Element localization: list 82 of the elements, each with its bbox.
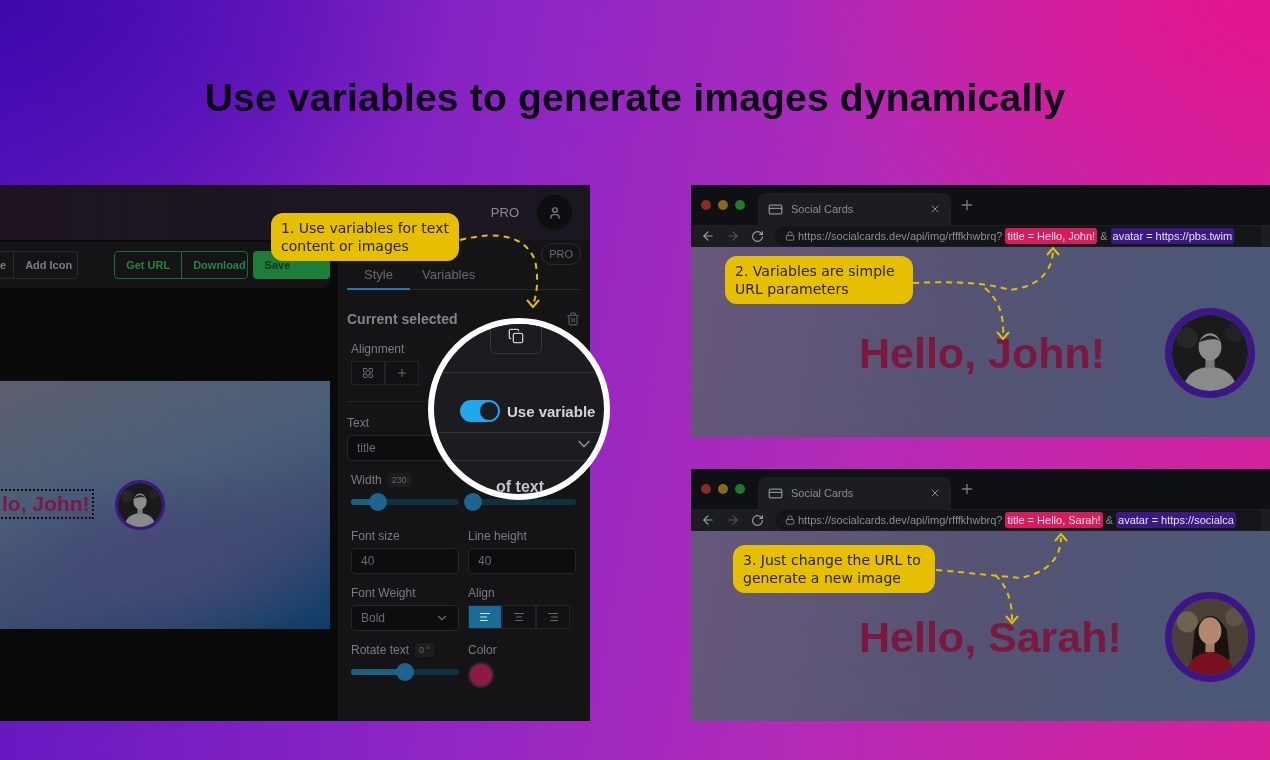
alignment-button[interactable] [351, 361, 385, 385]
slider[interactable] [351, 663, 459, 681]
field-label: of text [496, 478, 544, 494]
browser-tab[interactable]: Social Cards [758, 193, 951, 225]
lock-icon [785, 231, 795, 241]
close-icon[interactable] [929, 487, 941, 499]
url-separator: & [1105, 514, 1113, 526]
plan-label: PRO [490, 205, 519, 220]
back-button[interactable] [701, 229, 715, 243]
browser-tab[interactable]: Social Cards [758, 477, 951, 509]
slider[interactable] [351, 493, 459, 511]
field-label: Rotate text [351, 643, 410, 657]
plus-icon [396, 367, 408, 379]
user-icon [547, 205, 562, 220]
callout-tooltip: 1. Use variables for text content or images [271, 213, 459, 261]
url-text: https://socialcards.dev/api/img/rfffkhwbrq? [798, 514, 1003, 526]
field-label: Color [468, 643, 498, 657]
field-label: Font Weight [351, 586, 417, 600]
maximize-dot[interactable] [735, 484, 745, 494]
new-tab-button[interactable] [959, 197, 975, 213]
forward-button[interactable] [726, 229, 740, 243]
url-separator: & [1100, 230, 1108, 242]
url-parameter: avatar = https://socialca [1116, 512, 1236, 528]
panel-tab[interactable]: Style [347, 267, 410, 290]
card-icon [768, 201, 783, 217]
toggle-switch[interactable] [460, 400, 500, 422]
url-parameter: title = Hello, Sarah! [1005, 512, 1103, 528]
toolbar-button[interactable]: e [0, 252, 14, 278]
callout-tooltip: 2. Variables are simple URL parameters [725, 256, 913, 304]
address-bar[interactable]: https://socialcards.dev/api/img/rfffkhwbrq? title = Hello, John! & avatar = https://pbs.twim [775, 226, 1261, 246]
lock-icon [785, 515, 795, 525]
field-label: Font size [351, 529, 401, 543]
back-button[interactable] [701, 513, 715, 527]
reload-button[interactable] [751, 229, 764, 243]
account-button[interactable] [537, 195, 572, 230]
minimize-dot[interactable] [718, 200, 728, 210]
field-label: Line height [468, 529, 528, 543]
maximize-dot[interactable] [735, 200, 745, 210]
new-tab-button[interactable] [959, 481, 975, 497]
url-parameter: avatar = https://pbs.twim [1110, 228, 1235, 244]
number-field[interactable]: 40 [468, 548, 576, 574]
minimize-dot[interactable] [718, 484, 728, 494]
field-label: Text [347, 416, 370, 430]
card-heading: Hello, Sarah! [859, 612, 1122, 662]
field-label: Align [468, 586, 496, 600]
value-reading: 0 ° [415, 643, 435, 657]
close-icon[interactable] [929, 203, 941, 215]
export-button[interactable]: Get URL [115, 252, 182, 278]
slider-thumb[interactable] [464, 493, 483, 511]
align-right-icon [547, 611, 559, 623]
callout-tooltip: 3. Just change the URL to generate a new image [733, 545, 935, 593]
card-heading: Hello, John! [859, 328, 1106, 378]
toggle-label: Use variable [507, 402, 596, 420]
forward-button[interactable] [726, 513, 740, 527]
field-label: Alignment [351, 342, 406, 356]
select-field[interactable]: Bold [351, 605, 459, 631]
url-parameter: title = Hello, John! [1005, 228, 1098, 244]
panel-tab[interactable]: Variables [410, 267, 488, 290]
slider-thumb[interactable] [369, 493, 387, 511]
slider-thumb[interactable] [396, 663, 414, 681]
section-title: Current selected [347, 311, 458, 327]
headline: Use variables to generate images dynamically [204, 76, 1066, 120]
toolbar-button[interactable]: Add Icon [13, 252, 78, 278]
card-icon [768, 485, 783, 501]
field-label: Width [351, 473, 382, 487]
close-dot[interactable] [701, 200, 711, 210]
alignment-button[interactable] [385, 361, 419, 385]
avatar[interactable] [115, 480, 165, 530]
value-reading: 230 [387, 473, 411, 487]
url-text: https://socialcards.dev/api/img/rfffkhwbrq? [798, 230, 1003, 242]
reload-button[interactable] [751, 513, 764, 527]
align-center-icon [513, 611, 525, 623]
align-button[interactable] [468, 605, 502, 629]
copy-icon [508, 328, 524, 344]
number-field[interactable]: 40 [351, 548, 459, 574]
trash-icon[interactable] [566, 312, 580, 326]
close-dot[interactable] [701, 484, 711, 494]
grid-icon [362, 367, 374, 379]
address-bar[interactable]: https://socialcards.dev/api/img/rfffkhwbrq? title = Hello, Sarah! & avatar = https://socialca [775, 510, 1261, 530]
align-left-icon [479, 611, 491, 623]
color-swatch[interactable] [468, 662, 494, 688]
duplicate-button[interactable] [490, 324, 542, 354]
